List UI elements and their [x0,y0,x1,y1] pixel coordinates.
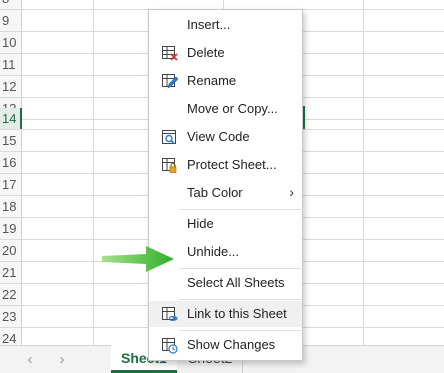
menu-separator [179,209,303,210]
sheet-context-menu: Insert... Delete Rename Move or Copy... [148,9,303,361]
menu-item-label: Protect Sheet... [187,157,277,172]
tab-scroll-prev-button[interactable]: ‹ [22,351,38,368]
row-header[interactable]: 11 [0,54,22,75]
menu-item-protect-sheet[interactable]: Protect Sheet... [149,152,302,178]
menu-item-label: Select All Sheets [187,275,285,290]
row-header[interactable]: 16 [0,152,22,173]
link-sheet-icon [162,307,178,322]
row-header[interactable]: 23 [0,306,22,327]
view-code-icon [162,130,176,145]
menu-item-label: Rename [187,73,237,88]
menu-item-view-code[interactable]: View Code [149,124,302,150]
tab-scroll-next-button[interactable]: › [54,351,70,368]
delete-sheet-icon [162,46,178,61]
menu-item-label: Delete [187,45,225,60]
row-header[interactable]: 10 [0,32,22,53]
row-header[interactable]: 21 [0,262,22,283]
menu-separator [179,268,303,269]
row-header[interactable]: 20 [0,240,22,261]
menu-separator [179,299,303,300]
menu-item-label: Show Changes [187,337,276,352]
row-header[interactable]: 15 [0,130,22,151]
menu-item-link-to-this-sheet[interactable]: Link to this Sheet [149,301,302,327]
row-header[interactable]: 17 [0,174,22,195]
menu-item-label: Move or Copy... [187,101,278,116]
menu-item-label: Hide [187,216,214,231]
menu-item-show-changes[interactable]: Show Changes [149,332,302,358]
row-header[interactable]: 9 [0,10,22,31]
menu-item-label: Unhide... [187,244,240,259]
chevron-right-icon: › [289,184,294,200]
menu-item-label: Tab Color [187,185,243,200]
menu-item-tab-color[interactable]: Tab Color › [149,180,302,206]
menu-item-rename[interactable]: Rename [149,68,302,94]
menu-item-hide[interactable]: Hide [149,211,302,237]
menu-item-label: Insert... [187,17,231,32]
menu-separator [179,330,303,331]
menu-item-move-or-copy[interactable]: Move or Copy... [149,96,302,122]
menu-item-insert[interactable]: Insert... [149,12,302,38]
row-header-selected[interactable]: 14 [0,108,22,129]
menu-item-label: Link to this Sheet [187,306,287,321]
annotation-arrow-icon [102,246,174,272]
menu-item-delete[interactable]: Delete [149,40,302,66]
protect-sheet-icon [162,158,177,173]
rename-icon [162,74,178,89]
show-changes-icon [162,338,178,354]
row-header[interactable]: 8 [0,0,22,9]
menu-item-label: View Code [187,129,250,144]
row-header[interactable]: 22 [0,284,22,305]
row-header[interactable]: 12 [0,76,22,97]
row-header[interactable]: 18 [0,196,22,217]
row-header[interactable]: 19 [0,218,22,239]
